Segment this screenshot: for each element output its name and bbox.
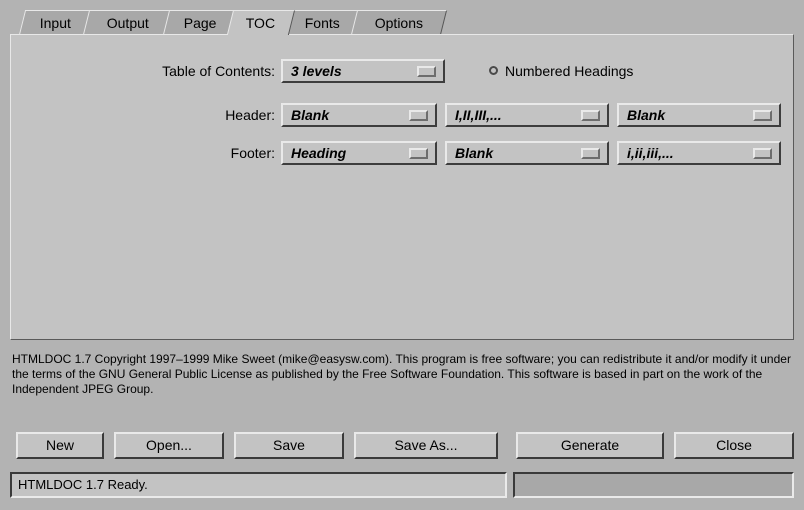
tab-output[interactable]: Output [82,10,174,35]
toc-tab-panel: Table of Contents: 3 levels Header: Blank I,… [10,34,794,340]
dropdown-indicator-icon [409,110,428,121]
field-label: Table of Contents: [162,63,275,79]
form-row: Footer: [123,141,275,165]
dropdown-indicator-icon [753,148,772,159]
close-button[interactable]: Close [674,432,794,459]
footer-center-dropdown[interactable]: Blank [445,141,609,165]
new-button[interactable]: New [16,432,104,459]
field-label: Footer: [230,145,275,161]
header-center-dropdown[interactable]: I,II,III,... [445,103,609,127]
tab-input[interactable]: Input [18,10,94,35]
dropdown-value: Blank [291,107,330,123]
field-label: Header: [225,107,275,123]
save-as-button[interactable]: Save As... [354,432,498,459]
tab-label: TOC [246,15,276,31]
tab-page[interactable]: Page [162,10,238,35]
copyright-text: HTMLDOC 1.7 Copyright 1997–1999 Mike Swe… [12,352,791,396]
dropdown-value: I,II,III,... [455,107,502,123]
tab-bar: Input Output Page TOC Fonts Options [10,10,794,35]
generate-button[interactable]: Generate [516,432,664,459]
save-button[interactable]: Save [234,432,344,459]
toc-levels-dropdown[interactable]: 3 levels [281,59,445,83]
form-row: Header: [123,103,275,127]
dropdown-indicator-icon [581,110,600,121]
dropdown-indicator-icon [581,148,600,159]
htmldoc-window: Input Output Page TOC Fonts Options Table of … [0,0,804,510]
tab-label: Options [374,15,423,31]
radio-circle-icon [489,66,498,75]
tab-label: Input [40,15,72,31]
dropdown-indicator-icon [409,148,428,159]
dropdown-indicator-icon [417,66,436,77]
tab-label: Page [183,15,217,31]
dropdown-value: Heading [291,145,347,161]
dropdown-value: Blank [455,145,494,161]
dropdown-value: i,ii,iii,... [627,145,674,161]
status-text: HTMLDOC 1.7 Ready. [18,477,148,492]
numbered-headings-label: Numbered Headings [505,63,634,79]
footer-left-dropdown[interactable]: Heading [281,141,437,165]
footer-right-dropdown[interactable]: i,ii,iii,... [617,141,781,165]
form-row: Table of Contents: [123,59,275,83]
header-left-dropdown[interactable]: Blank [281,103,437,127]
tab-label: Fonts [305,15,341,31]
dropdown-value: Blank [627,107,666,123]
tab-options[interactable]: Options [350,10,448,35]
header-right-dropdown[interactable]: Blank [617,103,781,127]
dropdown-value: 3 levels [291,63,342,79]
progress-bar [513,472,794,498]
tab-label: Output [106,15,149,31]
tab-toc[interactable]: TOC [226,10,296,35]
tab-fonts[interactable]: Fonts [284,10,362,35]
open-button[interactable]: Open... [114,432,224,459]
status-bar: HTMLDOC 1.7 Ready. [10,472,507,498]
dropdown-indicator-icon [753,110,772,121]
